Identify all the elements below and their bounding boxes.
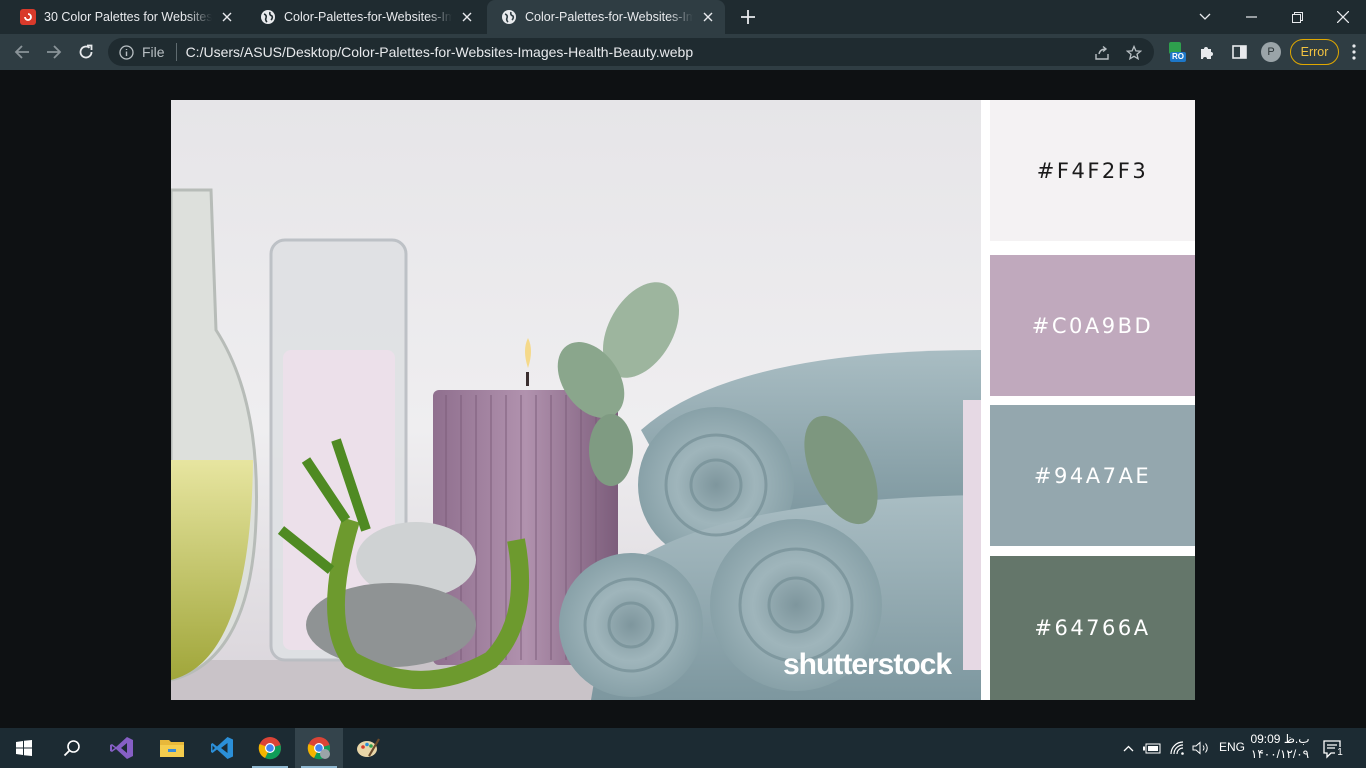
- tab-title: Color-Palettes-for-Websites-Images-Healt…: [284, 10, 452, 24]
- more-menu-icon[interactable]: [1344, 39, 1364, 65]
- volume-icon[interactable]: [1190, 728, 1212, 768]
- system-clock[interactable]: 09:09 ب.ظ ۱۴۰۰/۱۲/۰۹: [1250, 732, 1310, 762]
- palette-swatch-3: #94A7AE: [990, 405, 1195, 546]
- search-icon[interactable]: [48, 728, 96, 768]
- share-icon[interactable]: [1093, 44, 1111, 62]
- ro-extension-icon[interactable]: RO: [1167, 42, 1187, 62]
- forward-button[interactable]: [41, 39, 67, 65]
- tab-color-palettes[interactable]: 30 Color Palettes for Websites – Colorfu…: [6, 0, 244, 34]
- red-app-icon: [20, 9, 36, 25]
- tab-image-file[interactable]: Color-Palettes-for-Websites-Images-Healt…: [246, 0, 484, 34]
- tab-search-button[interactable]: [1182, 0, 1228, 34]
- tab-title: 30 Color Palettes for Websites – Colorfu…: [44, 10, 212, 24]
- swatch-hex-label: #94A7AE: [1033, 463, 1152, 488]
- palette-image[interactable]: shutterstock #F4F2F3 #C0A9BD #94A7AE #64…: [171, 100, 1195, 700]
- windows-start-icon[interactable]: [0, 728, 48, 768]
- address-bar[interactable]: File C:/Users/ASUS/Desktop/Color-Palette…: [108, 38, 1154, 66]
- url-text[interactable]: C:/Users/ASUS/Desktop/Color-Palettes-for…: [186, 44, 694, 60]
- omnibox-divider: [175, 43, 177, 61]
- spa-photo: [171, 100, 981, 700]
- clock-date: ۱۴۰۰/۱۲/۰۹: [1250, 747, 1310, 761]
- paint-icon[interactable]: [344, 728, 392, 768]
- close-tab-icon[interactable]: [699, 8, 717, 26]
- restore-button[interactable]: [1274, 0, 1320, 34]
- chrome-profile-icon[interactable]: [295, 728, 343, 768]
- battery-icon[interactable]: [1142, 728, 1162, 768]
- palette-swatch-1: #F4F2F3: [990, 100, 1195, 241]
- close-window-button[interactable]: [1320, 0, 1366, 34]
- new-tab-button[interactable]: [737, 6, 759, 28]
- browser-toolbar: File C:/Users/ASUS/Desktop/Color-Palette…: [0, 34, 1366, 70]
- globe-icon: [260, 9, 276, 25]
- close-tab-icon[interactable]: [218, 8, 236, 26]
- notification-center-icon[interactable]: 1: [1322, 738, 1345, 760]
- tab-strip: 30 Color Palettes for Websites – Colorfu…: [0, 0, 1366, 34]
- wifi-icon[interactable]: [1168, 728, 1188, 768]
- error-button[interactable]: Error: [1290, 39, 1339, 65]
- close-tab-icon[interactable]: [458, 8, 476, 26]
- reload-button[interactable]: [73, 39, 99, 65]
- side-panel-icon[interactable]: [1226, 39, 1252, 65]
- tab-image-file-active[interactable]: Color-Palettes-for-Websites-Images-Healt…: [487, 0, 725, 34]
- info-icon[interactable]: [118, 44, 134, 60]
- extensions-puzzle-icon[interactable]: [1194, 39, 1220, 65]
- vs-code-icon[interactable]: [198, 728, 246, 768]
- globe-icon: [501, 9, 517, 25]
- swatch-hex-label: #64766A: [1034, 616, 1151, 640]
- profile-avatar[interactable]: P: [1261, 42, 1281, 62]
- image-viewer: shutterstock #F4F2F3 #C0A9BD #94A7AE #64…: [0, 70, 1366, 728]
- swatch-hex-label: #C0A9BD: [1031, 313, 1154, 338]
- shutterstock-watermark: shutterstock: [783, 648, 952, 681]
- notification-count: 1: [1335, 747, 1345, 759]
- scheme-label: File: [142, 44, 165, 60]
- file-explorer-icon[interactable]: [148, 728, 196, 768]
- palette-swatch-4: #64766A: [990, 556, 1195, 700]
- chrome-icon[interactable]: [246, 728, 294, 768]
- show-hidden-icons-chevron-icon[interactable]: [1120, 728, 1136, 768]
- minimize-button[interactable]: [1228, 0, 1274, 34]
- clock-time: 09:09 ب.ظ: [1250, 732, 1310, 746]
- extension-badge: RO: [1170, 52, 1186, 62]
- back-button[interactable]: [9, 39, 35, 65]
- palette-swatch-2: #C0A9BD: [990, 255, 1195, 396]
- bookmark-star-icon[interactable]: [1125, 44, 1143, 62]
- swatch-hex-label: #F4F2F3: [1036, 158, 1149, 183]
- windows-taskbar: ENG 09:09 ب.ظ ۱۴۰۰/۱۲/۰۹ 1: [0, 728, 1366, 768]
- visual-studio-icon[interactable]: [98, 728, 146, 768]
- language-indicator[interactable]: ENG: [1219, 740, 1245, 754]
- tab-title: Color-Palettes-for-Websites-Images-Healt…: [525, 10, 693, 24]
